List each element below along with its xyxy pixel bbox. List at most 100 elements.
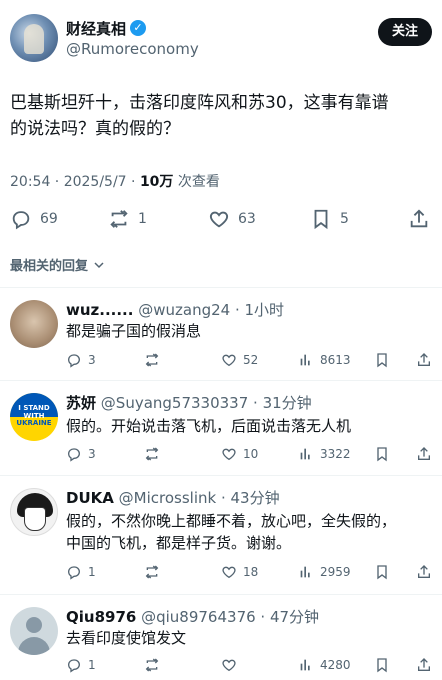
reply-avatar[interactable] [10, 300, 58, 348]
reply-item[interactable]: DUKA @Microsslink · 43分钟 假的，不然你晚上都睡不着，放心… [0, 476, 442, 594]
reply-header: Qiu8976 @qiu89764376 · 47分钟 [66, 606, 319, 627]
reply-author-name[interactable]: Qiu8976 [66, 608, 136, 626]
reply-reply-button[interactable]: 3 [66, 446, 96, 462]
post-text-line: 的说法吗？真的假的？ [10, 119, 180, 139]
bookmark-count: 5 [340, 211, 349, 227]
reply-icon [67, 659, 81, 673]
reply-author-handle[interactable]: @Microsslink · 43分钟 [119, 489, 280, 507]
reply-bookmark-button[interactable] [374, 446, 390, 462]
views-count: 10万 [139, 174, 174, 190]
reply-header: 苏妍 @Suyang57330337 · 31分钟 [66, 392, 312, 413]
share-icon [418, 565, 430, 578]
reply-author-handle[interactable]: @qiu89764376 · 47分钟 [141, 608, 319, 626]
reply-repost-button[interactable] [144, 657, 160, 673]
reply-reply-count: 1 [88, 658, 96, 672]
reply-text: 去看印度使馆发文 [66, 627, 432, 649]
share-button[interactable] [408, 208, 430, 230]
reply-action-bar: 3 10 3322 [66, 446, 432, 464]
reply-sort-label: 最相关的回复 [10, 259, 89, 274]
reply-reply-button[interactable]: 1 [66, 564, 96, 580]
heart-icon [209, 211, 229, 228]
reply-avatar[interactable] [10, 607, 58, 655]
reply-button[interactable]: 69 [10, 208, 58, 230]
bookmark-icon [377, 447, 387, 462]
reply-item[interactable]: Qiu8976 @qiu89764376 · 47分钟 去看印度使馆发文 1 4… [0, 595, 442, 680]
reply-views-button[interactable]: 8613 [298, 352, 351, 368]
reply-share-button[interactable] [416, 657, 432, 673]
share-icon [418, 658, 430, 671]
like-count: 63 [238, 211, 256, 227]
repost-icon [110, 210, 128, 228]
reply-text-line: 中国的飞机，都是样子货。谢谢。 [66, 534, 292, 552]
reply-reply-button[interactable]: 3 [66, 352, 96, 368]
reply-icon [67, 566, 81, 580]
repost-icon [145, 447, 159, 461]
reply-like-button[interactable]: 10 [221, 446, 258, 462]
author-name[interactable]: 财经真相 [66, 18, 126, 39]
reply-bookmark-button[interactable] [374, 657, 390, 673]
reply-reply-count: 1 [88, 565, 96, 579]
post-time[interactable]: 20:54 · 2025/5/7 · [10, 174, 140, 190]
chevron-down-icon [94, 262, 104, 269]
repost-icon [145, 353, 159, 367]
analytics-icon [300, 354, 310, 366]
post-header: 财经真相 ✓ @Rumoreconomy 关注 [10, 14, 432, 64]
reply-view-count: 4280 [320, 658, 351, 672]
repost-icon [145, 658, 159, 672]
reply-like-count: 10 [243, 447, 259, 461]
reply-share-button[interactable] [416, 446, 432, 462]
reply-action-bar: 3 52 8613 [66, 352, 432, 370]
post-text-line: 巴基斯坦歼十，击落印度阵风和苏30，这事有靠谱 [10, 93, 389, 113]
repost-button[interactable]: 1 [108, 208, 147, 230]
reply-repost-button[interactable] [144, 564, 160, 580]
reply-item[interactable]: I STAND WITH UKRAINE 苏妍 @Suyang57330337 … [0, 381, 442, 475]
views-label: 次查看 [173, 174, 220, 190]
reply-share-button[interactable] [416, 564, 432, 580]
reply-repost-button[interactable] [144, 446, 160, 462]
author-handle[interactable]: @Rumoreconomy [66, 40, 199, 58]
reply-views-button[interactable]: 2959 [298, 564, 351, 580]
analytics-icon [300, 448, 310, 460]
author-block: 财经真相 ✓ @Rumoreconomy [66, 18, 199, 59]
reply-icon [12, 211, 30, 230]
reply-bookmark-button[interactable] [374, 564, 390, 580]
heart-icon [222, 566, 236, 579]
like-button[interactable]: 63 [208, 208, 256, 230]
post-action-bar: 69 1 63 5 [10, 208, 430, 232]
reply-bookmark-button[interactable] [374, 352, 390, 368]
reply-author-handle[interactable]: @wuzang24 · 1小时 [138, 301, 284, 319]
follow-button[interactable]: 关注 [378, 18, 432, 46]
author-avatar[interactable] [10, 14, 58, 62]
bookmark-button[interactable]: 5 [310, 208, 349, 230]
reply-action-bar: 1 4280 [66, 657, 432, 675]
reply-like-button[interactable]: 18 [221, 564, 258, 580]
reply-view-count: 2959 [320, 565, 351, 579]
reply-author-handle[interactable]: @Suyang57330337 · 31分钟 [101, 394, 312, 412]
author-name-row[interactable]: 财经真相 ✓ [66, 18, 199, 38]
reply-view-count: 8613 [320, 353, 351, 367]
reply-views-button[interactable]: 3322 [298, 446, 351, 462]
reply-reply-button[interactable]: 1 [66, 657, 96, 673]
reply-share-button[interactable] [416, 352, 432, 368]
heart-icon [222, 354, 236, 367]
share-icon [418, 353, 430, 366]
reply-item[interactable]: wuz...... @wuzang24 · 1小时 都是骗子国的假消息 3 52… [0, 288, 442, 380]
reply-header: wuz...... @wuzang24 · 1小时 [66, 299, 284, 320]
reply-author-name[interactable]: 苏妍 [66, 394, 96, 412]
reply-author-name[interactable]: DUKA [66, 489, 114, 507]
reply-sort-dropdown[interactable]: 最相关的回复 [10, 255, 105, 274]
reply-like-button[interactable]: 52 [221, 352, 258, 368]
reply-views-button[interactable]: 4280 [298, 657, 351, 673]
post-meta: 20:54 · 2025/5/7 · 10万 次查看 [10, 171, 220, 191]
reply-text: 假的。开始说击落飞机，后面说击落无人机 [66, 415, 432, 437]
bookmark-icon [377, 565, 387, 580]
reply-header: DUKA @Microsslink · 43分钟 [66, 487, 280, 508]
reply-repost-button[interactable] [144, 352, 160, 368]
reply-author-name[interactable]: wuz...... [66, 301, 133, 319]
repost-count: 1 [138, 211, 147, 227]
avatar-text: I STAND WITH [18, 404, 50, 420]
reply-like-button[interactable] [221, 657, 237, 673]
reply-avatar[interactable]: I STAND WITH UKRAINE [10, 393, 58, 441]
reply-avatar[interactable] [10, 488, 58, 536]
reply-like-count: 52 [243, 353, 259, 367]
